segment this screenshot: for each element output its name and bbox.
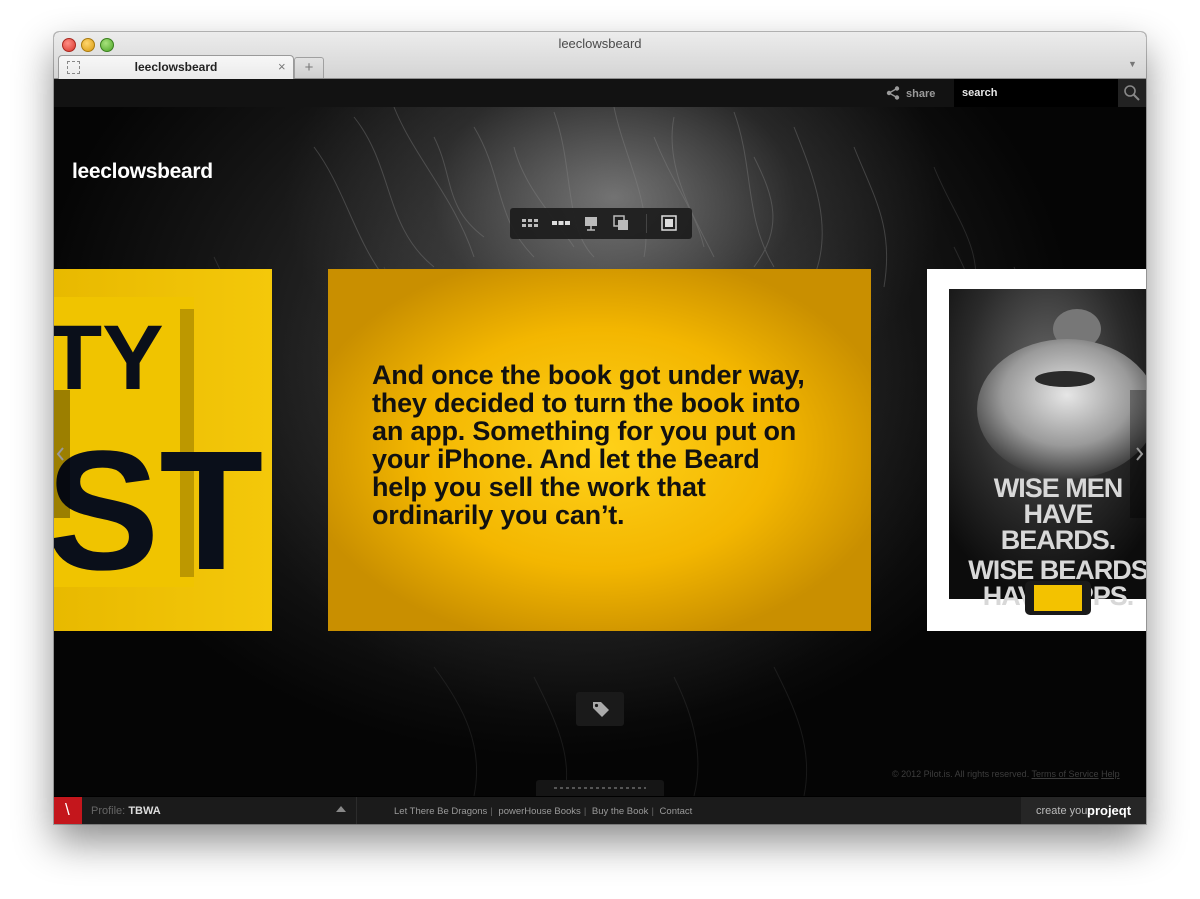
- tag-button[interactable]: [576, 692, 624, 726]
- chevron-left-icon: [56, 447, 64, 461]
- profile-toggle-icon[interactable]: [336, 806, 346, 812]
- grid-view-icon[interactable]: [521, 215, 539, 231]
- search-input[interactable]: [962, 85, 1112, 101]
- slide-quote-text: And once the book got under way, they de…: [372, 360, 805, 530]
- share-icon[interactable]: [886, 86, 900, 100]
- fullscreen-icon[interactable]: [660, 215, 678, 231]
- share-label[interactable]: share: [906, 88, 935, 100]
- site-top-bar: share: [54, 79, 1146, 107]
- search-button[interactable]: [1118, 79, 1146, 107]
- thumbnail-drawer-handle[interactable]: [536, 780, 664, 796]
- tab-label: leeclowsbeard: [134, 60, 218, 74]
- profile-name: TBWA: [128, 805, 161, 817]
- current-slide[interactable]: And once the book got under way, they de…: [328, 269, 871, 631]
- create-your-projeqt-button[interactable]: create your projeqt: [1021, 797, 1146, 824]
- browser-tab[interactable]: leeclowsbeard ×: [58, 55, 294, 79]
- view-mode-toolbar: [510, 208, 692, 239]
- strip-view-icon[interactable]: [552, 215, 570, 231]
- drawer-grip-icon: [554, 787, 646, 789]
- copyright-text: © 2012 Pilot.is. All rights reserved.: [892, 769, 1030, 779]
- footer-link-contact[interactable]: Contact: [660, 806, 693, 817]
- logo-slash: \: [65, 800, 70, 819]
- search-icon: [1124, 85, 1140, 101]
- tab-overflow-icon[interactable]: ▼: [1128, 59, 1137, 69]
- chevron-right-icon: [1136, 447, 1144, 461]
- footer-link-buy[interactable]: Buy the Book: [592, 806, 649, 817]
- tag-icon: [593, 702, 609, 717]
- slideshow-stage: leeclowsbeard TY ST And once the book go…: [54, 107, 1146, 796]
- toolbar-divider: [646, 214, 647, 233]
- cover-text-bottom: ST: [54, 416, 263, 606]
- terms-link[interactable]: Terms of Service: [1032, 769, 1099, 779]
- iphone-image: [1025, 581, 1091, 615]
- poster-line-2: HAVE BEARDS.: [1000, 499, 1117, 555]
- copyright-notice: © 2012 Pilot.is. All rights reserved. Te…: [892, 769, 1120, 779]
- footer-link-powerhouse[interactable]: powerHouse Books: [498, 806, 580, 817]
- previous-arrow-button[interactable]: [54, 390, 70, 518]
- site-footer: \ Profile: TBWA Let There Be Dragons | po…: [54, 796, 1146, 824]
- previous-slide[interactable]: TY ST: [54, 269, 272, 631]
- footer-links: Let There Be Dragons | powerHouse Books | …: [394, 806, 693, 817]
- poster-line-1: WISE MEN: [993, 473, 1124, 503]
- browser-window: leeclowsbeard leeclowsbeard × + ▼ share: [54, 32, 1146, 824]
- profile-label: Profile:: [91, 805, 126, 817]
- presentation-view-icon[interactable]: [582, 215, 600, 231]
- window-title: leeclowsbeard: [558, 36, 642, 51]
- create-brand: projeqt: [1087, 803, 1132, 818]
- search-box: [954, 79, 1118, 107]
- profile-selector[interactable]: Profile: TBWA: [91, 805, 161, 817]
- create-label: create your: [1036, 805, 1092, 817]
- new-tab-button[interactable]: +: [294, 57, 324, 78]
- stack-view-icon[interactable]: [612, 215, 630, 231]
- footer-divider: [356, 797, 357, 824]
- footer-link-dragons[interactable]: Let There Be Dragons: [394, 806, 487, 817]
- title-bar: leeclowsbeard leeclowsbeard × + ▼: [54, 32, 1146, 79]
- projeqt-logo[interactable]: \: [54, 797, 82, 824]
- site-title[interactable]: leeclowsbeard: [72, 160, 213, 184]
- cover-text-top: TY: [54, 307, 164, 409]
- next-slide[interactable]: WISE MEN HAVE BEARDS. WISE BEARDS HAVE A…: [927, 269, 1146, 631]
- help-link[interactable]: Help: [1101, 769, 1120, 779]
- book-cover-image: TY ST: [54, 297, 263, 606]
- poster-line-3: WISE BEARDS: [968, 555, 1146, 585]
- next-arrow-button[interactable]: [1130, 390, 1146, 518]
- tab-close-icon[interactable]: ×: [278, 59, 286, 74]
